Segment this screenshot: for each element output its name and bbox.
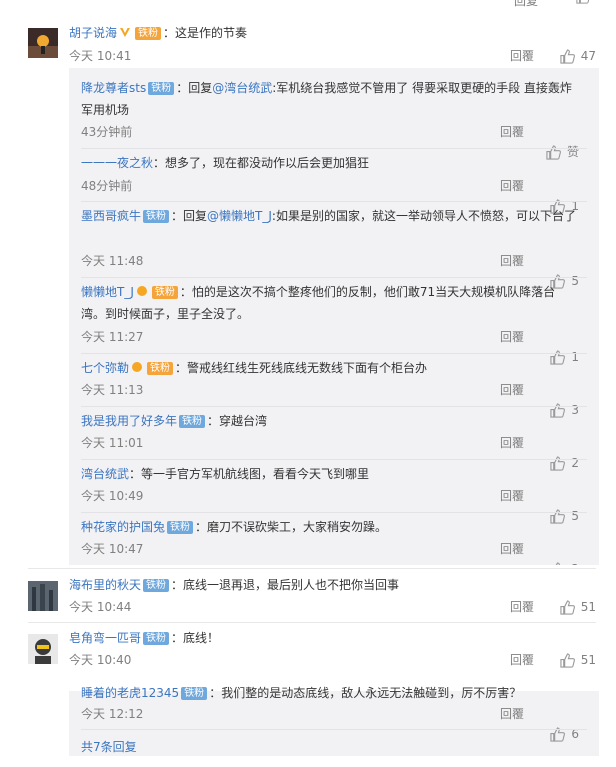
reply-button[interactable]: 回覆: [500, 433, 524, 453]
divider: [81, 277, 587, 278]
fan-badge: 铁粉: [179, 415, 206, 428]
like-icon: [560, 48, 575, 64]
reply-time: 43分钟前: [81, 125, 133, 139]
reply-prefix: ：回复: [176, 81, 213, 95]
fan-badge: 铁粉: [143, 210, 170, 223]
reply-button[interactable]: 回覆: [500, 176, 524, 196]
fan-badge: 铁粉: [143, 579, 170, 592]
divider: [81, 201, 587, 202]
reply-time: 48分钟前: [81, 179, 133, 193]
reply-time: 今天 11:48: [81, 254, 144, 268]
vip-icon: [136, 286, 147, 296]
user-name[interactable]: 湾台统武: [81, 467, 129, 481]
fan-badge: 铁粉: [147, 362, 174, 375]
reply-button[interactable]: 回覆: [500, 380, 524, 400]
mention-link[interactable]: @湾台统武: [212, 81, 272, 95]
user-name[interactable]: 胡子说海: [69, 26, 117, 40]
like-count: 51: [580, 653, 596, 667]
fan-badge: 铁粉: [151, 286, 178, 299]
like-button[interactable]: 51: [560, 650, 596, 670]
reply-text: ：磨刀不误砍柴工，大家稍安勿躁。: [195, 520, 388, 534]
user-name[interactable]: 皂角弯一匹哥: [69, 631, 141, 645]
reply-text: ：警戒线红线生死线底线无数线下面有个柜台办: [175, 361, 428, 375]
avatar[interactable]: [28, 634, 58, 664]
reply-button[interactable]: 回覆: [510, 597, 534, 617]
reply-button[interactable]: 回复: [514, 0, 538, 9]
like-count: 6: [571, 727, 579, 741]
reply-button[interactable]: 回覆: [510, 650, 534, 670]
like-icon[interactable]: [576, 0, 590, 4]
fan-badge: 铁粉: [181, 687, 208, 700]
divider: [81, 353, 587, 354]
fan-badge: 铁粉: [135, 27, 162, 40]
verified-v-icon: [120, 28, 131, 37]
divider: [28, 622, 596, 623]
user-name[interactable]: 一一一夜之秋: [81, 156, 153, 170]
divider: [81, 406, 587, 407]
fan-badge: 铁粉: [148, 82, 175, 95]
reply-text: ：想多了，现在都没动作以后会更加猖狂: [153, 156, 370, 170]
avatar[interactable]: [28, 28, 58, 58]
like-count: 47: [580, 49, 596, 63]
comment-text: ：底线一退再退，最后别人也不把你当回事: [171, 578, 400, 592]
reply-button[interactable]: 回覆: [500, 122, 524, 142]
fan-badge: 铁粉: [143, 632, 170, 645]
user-name[interactable]: 墨西哥疯牛: [81, 209, 141, 223]
reply-text: :如果是别的国家，就这一举动领导人不愤怒，可以下台了: [271, 209, 576, 223]
reply-text: ：我们整的是动态底线，敌人永远无法触碰到，厉不厉害？: [209, 686, 522, 700]
divider: [81, 729, 587, 730]
reply-button[interactable]: 回覆: [500, 704, 524, 724]
like-button[interactable]: 51: [560, 597, 596, 617]
user-name[interactable]: 睡着的老虎12345: [81, 686, 179, 700]
divider: [81, 148, 587, 149]
divider: [81, 459, 587, 460]
fan-badge: 铁粉: [167, 521, 194, 534]
like-icon: [560, 599, 575, 615]
reply-time: 今天 11:13: [81, 383, 144, 397]
like-count: 51: [580, 600, 596, 614]
user-name[interactable]: 懒懒地T_J: [81, 285, 134, 299]
like-button[interactable]: 6: [550, 724, 579, 744]
divider: [28, 568, 596, 569]
reply-button[interactable]: 回覆: [500, 327, 524, 347]
reply-button[interactable]: 回覆: [500, 539, 524, 559]
reply-time: 今天 11:27: [81, 330, 144, 344]
previous-comment-fragment: 回复: [0, 0, 616, 12]
user-name[interactable]: 海布里的秋天: [69, 578, 141, 592]
reply-button[interactable]: 回覆: [510, 46, 534, 66]
more-replies-link[interactable]: 共7条回复: [81, 738, 137, 755]
like-button[interactable]: 47: [560, 46, 596, 66]
comment-time: 今天 10:44: [69, 600, 132, 614]
like-icon: [560, 652, 575, 668]
reply-time: 今天 10:49: [81, 489, 144, 503]
reply-time: 今天 11:01: [81, 436, 144, 450]
vip-icon: [132, 362, 143, 372]
avatar[interactable]: [28, 581, 58, 611]
comment-text: ：底线！: [171, 631, 220, 645]
user-name[interactable]: 我是我用了好多年: [81, 414, 177, 428]
mention-link[interactable]: @懒懒地T_J: [207, 209, 272, 223]
reply-text: ：等一手官方军机航线图，看看今天飞到哪里: [129, 467, 370, 481]
reply-time: 今天 12:12: [81, 707, 144, 721]
reply-prefix: ：回复: [171, 209, 208, 223]
user-name[interactable]: 种花家的护国兔: [81, 520, 165, 534]
reply-button[interactable]: 回覆: [500, 251, 524, 271]
user-name[interactable]: 降龙尊者sts: [81, 81, 146, 95]
user-name[interactable]: 七个弥勒: [81, 361, 129, 375]
comment-text: ：这是作的节奏: [163, 26, 248, 40]
reply-time: 今天 10:47: [81, 542, 144, 556]
comment-time: 今天 10:40: [69, 653, 132, 667]
comment-time: 今天 10:41: [69, 49, 132, 63]
reply-text: ：穿越台湾: [207, 414, 268, 428]
reply-button[interactable]: 回覆: [500, 486, 524, 506]
divider: [81, 512, 587, 513]
